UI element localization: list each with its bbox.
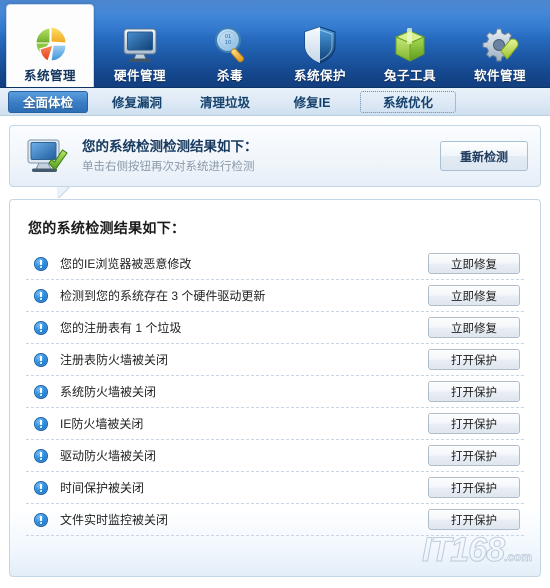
table-row: 时间保护被关闭 打开保护	[26, 472, 524, 504]
enable-protection-button[interactable]: 打开保护	[428, 413, 520, 434]
results-panel: 您的系统检测结果如下： 您的IE浏览器被恶意修改 立即修复 检测到您的系统存在 …	[9, 199, 541, 577]
alert-info-icon	[34, 256, 48, 271]
table-row: 检测到您的系统存在 3 个硬件驱动更新 立即修复	[26, 280, 524, 312]
watermark-text: IT168	[422, 531, 506, 569]
nav-item-antivirus[interactable]: 01 10 杀毒	[186, 6, 274, 87]
nav-item-system-management[interactable]: 系统管理	[6, 4, 94, 87]
fix-now-button[interactable]: 立即修复	[428, 317, 520, 338]
result-label: 时间保护被关闭	[60, 480, 145, 495]
summary-panel-wrapper: 您的系统检测检测结果如下： 单击右侧按钮再次对系统进行检测 重新检测	[9, 125, 541, 187]
enable-protection-button[interactable]: 打开保护	[428, 509, 520, 530]
tab-fix-vulnerabilities[interactable]: 修复漏洞	[98, 91, 176, 113]
alert-info-icon	[34, 384, 48, 399]
nav-item-label: 软件管理	[473, 69, 526, 83]
table-row: 系统防火墙被关闭 打开保护	[26, 376, 524, 408]
table-row: IE防火墙被关闭 打开保护	[26, 408, 524, 440]
nav-item-label: 杀毒	[216, 69, 243, 83]
alert-info-icon	[34, 448, 48, 463]
watermark: IT168.com	[422, 531, 533, 574]
nav-item-label: 系统保护	[293, 69, 346, 83]
table-row: 注册表防火墙被关闭 打开保护	[26, 344, 524, 376]
alert-info-icon	[34, 320, 48, 335]
tab-clean-junk[interactable]: 清理垃圾	[186, 91, 264, 113]
application-window: 系统管理 硬件管理 01 10 杀毒 系统保护 兔子工具 软件管理 全面体检 修…	[0, 0, 550, 588]
green-box-icon	[387, 23, 433, 67]
nav-item-label: 硬件管理	[113, 69, 166, 83]
result-label: 驱动防火墙被关闭	[60, 448, 157, 463]
gear-wrench-icon	[477, 23, 523, 67]
shield-icon	[297, 23, 343, 67]
table-row: 您的注册表有 1 个垃圾 立即修复	[26, 312, 524, 344]
alert-info-icon	[34, 352, 48, 367]
nav-item-software-management[interactable]: 软件管理	[456, 6, 544, 87]
table-row: 驱动防火墙被关闭 打开保护	[26, 440, 524, 472]
tab-repair-ie[interactable]: 修复IE	[274, 91, 350, 113]
summary-text-block: 您的系统检测检测结果如下： 单击右侧按钮再次对系统进行检测	[70, 138, 440, 174]
enable-protection-button[interactable]: 打开保护	[428, 381, 520, 402]
pie-chart-icon	[27, 23, 73, 67]
alert-info-icon	[34, 288, 48, 303]
enable-protection-button[interactable]: 打开保护	[428, 445, 520, 466]
enable-protection-button[interactable]: 打开保护	[428, 477, 520, 498]
nav-item-hardware-management[interactable]: 硬件管理	[96, 6, 184, 87]
monitor-check-icon	[24, 134, 70, 178]
fix-now-button[interactable]: 立即修复	[428, 285, 520, 306]
alert-info-icon	[34, 512, 48, 527]
summary-subtitle: 单击右侧按钮再次对系统进行检测	[82, 161, 255, 173]
tab-bar: 全面体检 修复漏洞 清理垃圾 修复IE 系统优化	[0, 88, 550, 116]
result-label: 您的注册表有 1 个垃圾	[60, 320, 182, 335]
summary-title: 您的系统检测检测结果如下：	[82, 139, 258, 154]
table-row: 您的IE浏览器被恶意修改 立即修复	[26, 248, 524, 280]
top-navigation-bar: 系统管理 硬件管理 01 10 杀毒 系统保护 兔子工具 软件管理	[0, 0, 550, 88]
result-label: 检测到您的系统存在 3 个硬件驱动更新	[60, 288, 266, 303]
watermark-suffix: .com	[503, 550, 533, 565]
speech-bubble-pointer	[57, 187, 79, 198]
results-title: 您的系统检测结果如下：	[28, 220, 186, 236]
alert-info-icon	[34, 480, 48, 495]
nav-item-label: 兔子工具	[383, 69, 436, 83]
fix-now-button[interactable]: 立即修复	[428, 253, 520, 274]
result-label: 您的IE浏览器被恶意修改	[60, 256, 192, 271]
table-row: 文件实时监控被关闭 打开保护	[26, 504, 524, 536]
nav-item-rabbit-tools[interactable]: 兔子工具	[366, 6, 454, 87]
nav-item-label: 系统管理	[23, 69, 76, 83]
result-label: IE防火墙被关闭	[60, 416, 144, 431]
nav-item-system-protection[interactable]: 系统保护	[276, 6, 364, 87]
top-navigation-items: 系统管理 硬件管理 01 10 杀毒 系统保护 兔子工具 软件管理	[0, 0, 550, 87]
tab-full-checkup[interactable]: 全面体检	[8, 90, 89, 113]
rescan-button[interactable]: 重新检测	[440, 141, 528, 171]
summary-panel: 您的系统检测检测结果如下： 单击右侧按钮再次对系统进行检测 重新检测	[9, 125, 541, 187]
content-area: 您的系统检测检测结果如下： 单击右侧按钮再次对系统进行检测 重新检测 您的系统检…	[0, 116, 550, 588]
tab-system-optimization[interactable]: 系统优化	[360, 90, 457, 113]
magnifier-icon: 01 10	[207, 23, 253, 67]
enable-protection-button[interactable]: 打开保护	[428, 349, 520, 370]
alert-info-icon	[34, 416, 48, 431]
monitor-icon	[117, 23, 163, 67]
svg-text:10: 10	[225, 40, 231, 46]
result-label: 注册表防火墙被关闭	[60, 352, 169, 367]
result-label: 文件实时监控被关闭	[60, 512, 169, 527]
result-label: 系统防火墙被关闭	[60, 384, 157, 399]
